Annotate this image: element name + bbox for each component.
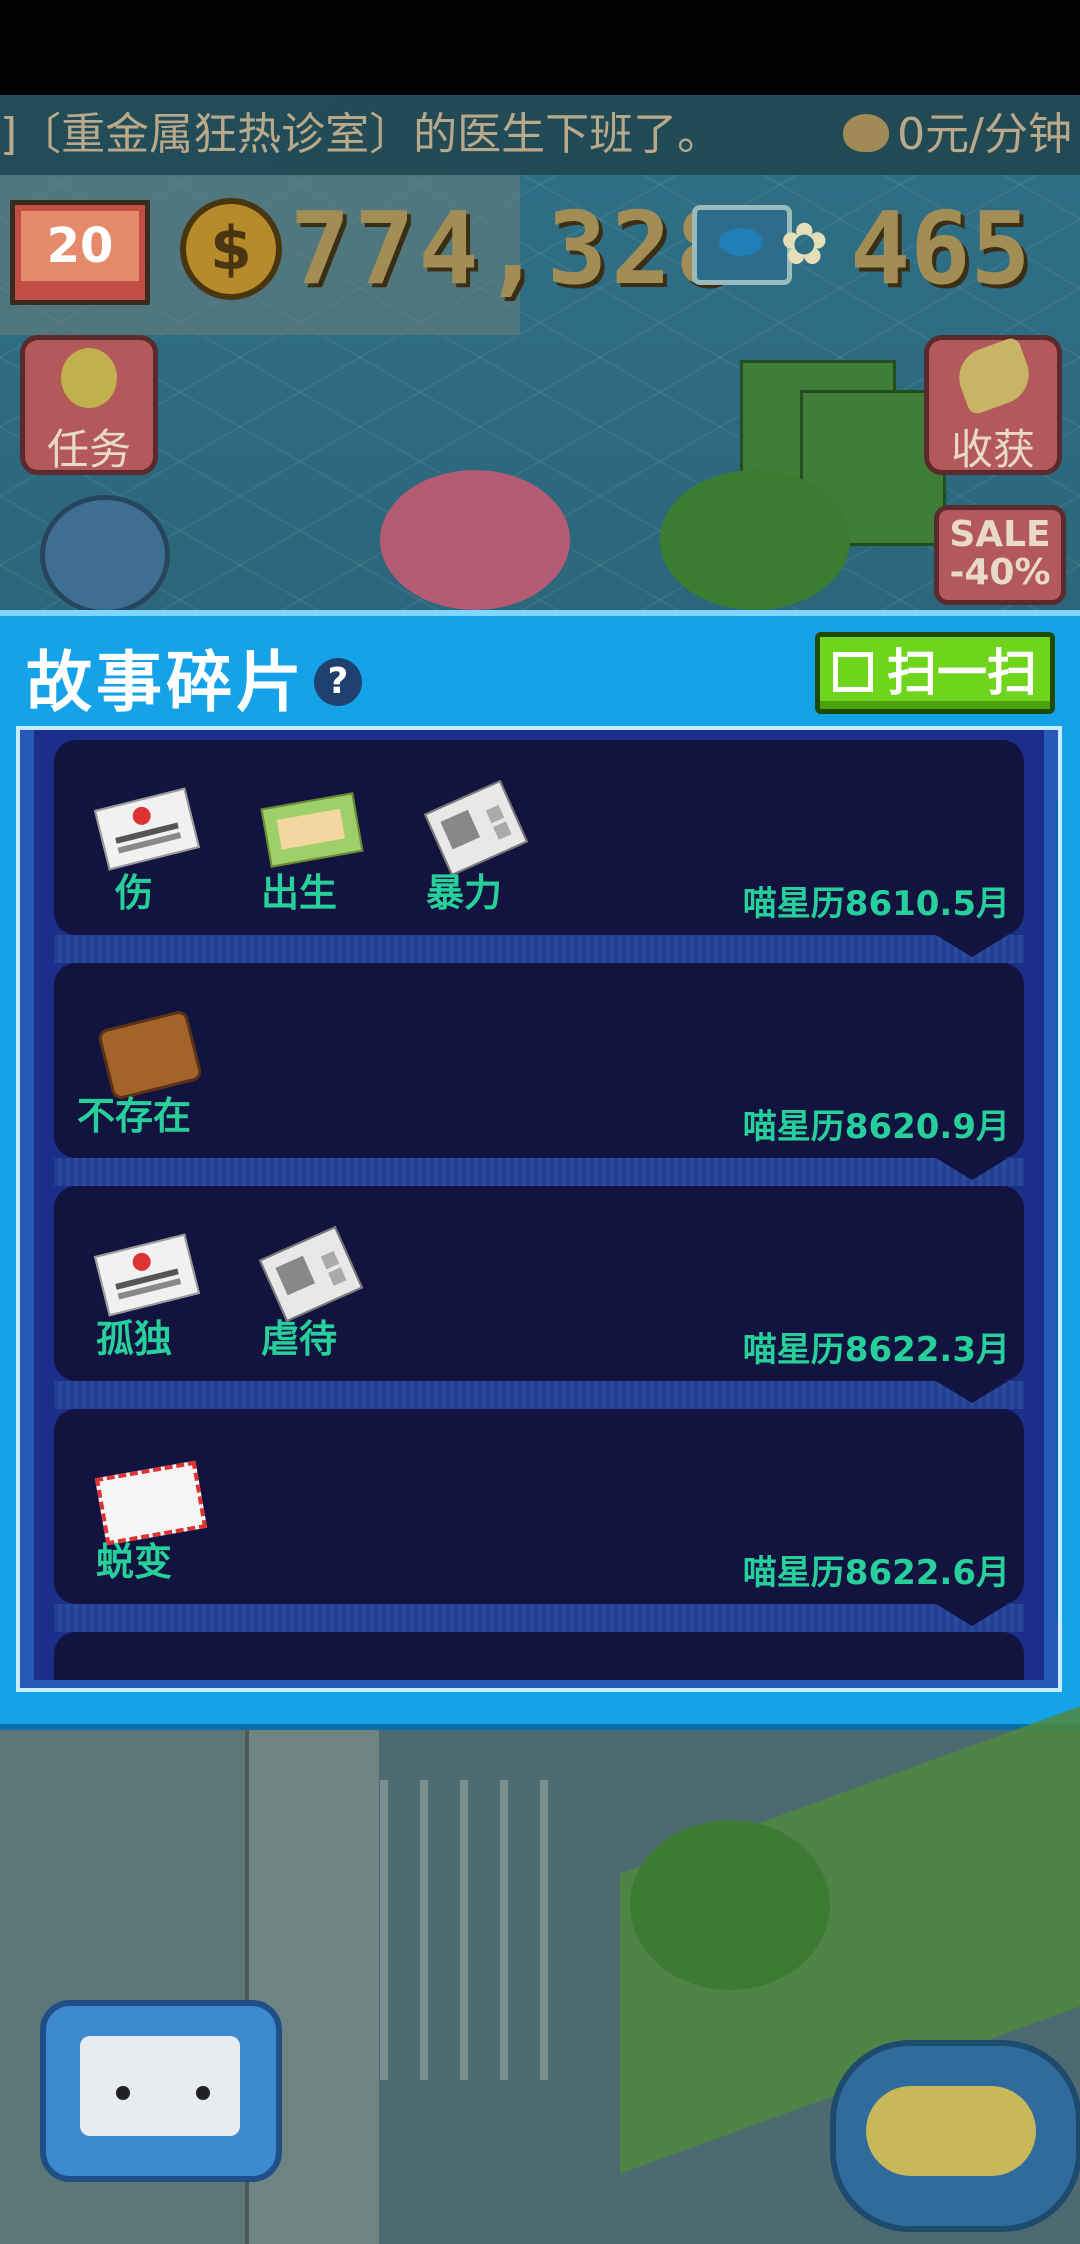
- harvest-button[interactable]: 收获: [924, 335, 1062, 475]
- timeline-arrow-icon: [936, 1158, 1008, 1180]
- timeline-divider: [54, 935, 1024, 963]
- sale-tag: SALE: [949, 514, 1051, 555]
- timeline-arrow-icon: [936, 1604, 1008, 1626]
- fragment-entry: [54, 1632, 1024, 1680]
- fragment-item[interactable]: 出生: [219, 770, 379, 920]
- green-tree: [630, 1820, 830, 1990]
- news-ticker: ]〔重金属狂热诊室〕的医生下班了。 0元/分钟: [0, 95, 1080, 175]
- ticker-message: ]〔重金属狂热诊室〕的医生下班了。: [0, 109, 722, 160]
- sale-button[interactable]: SALE -40%: [934, 505, 1066, 605]
- fence: [380, 1780, 560, 2080]
- tasks-label: 任务: [46, 425, 131, 474]
- sale-percent: -40%: [949, 552, 1051, 593]
- fragment-item[interactable]: 孤独: [54, 1216, 214, 1366]
- fragment-label: 虐待: [260, 1317, 337, 1361]
- status-bar: [0, 0, 1080, 95]
- robot-assistant-button[interactable]: [40, 2000, 282, 2182]
- wallet-icon: [94, 1008, 204, 1102]
- fragment-item[interactable]: 不存在: [54, 993, 214, 1143]
- fragment-date: 喵星历8622.6月: [742, 1553, 1010, 1593]
- fish-tank-icon[interactable]: [692, 205, 792, 285]
- panel-title: 故事碎片: [26, 644, 306, 721]
- cat-energy-button[interactable]: [830, 2040, 1080, 2232]
- medical-record-icon: [93, 1233, 201, 1317]
- scan-icon: [833, 651, 873, 692]
- fragment-entry: 伤 出生 暴力 喵星历8610.5月: [54, 740, 1024, 935]
- gem-counter: 465: [850, 190, 1031, 307]
- fragment-entry: 蜕变 喵星历8622.6月: [54, 1409, 1024, 1604]
- birth-certificate-icon: [259, 790, 364, 868]
- runner-icon: [950, 335, 1038, 417]
- tasks-button[interactable]: 任务: [20, 335, 158, 475]
- scan-button[interactable]: 扫一扫: [815, 632, 1055, 714]
- fragment-entry: 孤独 虐待 喵星历8622.3月: [54, 1186, 1024, 1381]
- income-rate[interactable]: 0元/分钟: [843, 95, 1072, 175]
- fragment-item[interactable]: 伤: [54, 770, 214, 920]
- level-badge[interactable]: 20: [10, 200, 150, 305]
- scan-button-label: 扫一扫: [887, 644, 1037, 702]
- coin-icon: $: [180, 198, 282, 300]
- level-value: 20: [21, 211, 139, 281]
- timeline-divider: [54, 1604, 1024, 1632]
- envelope-icon: [94, 1459, 208, 1546]
- fragment-date: 喵星历8610.5月: [742, 884, 1010, 924]
- green-tree: [660, 470, 850, 610]
- fragment-item[interactable]: 虐待: [219, 1216, 379, 1366]
- timeline-divider: [54, 1381, 1024, 1409]
- fragment-item[interactable]: 蜕变: [54, 1439, 214, 1589]
- robot-eye: [116, 2086, 130, 2100]
- fragment-list[interactable]: 伤 出生 暴力 喵星历8610.5月 不存在 喵星历8620.9月 孤独 虐待 …: [34, 730, 1044, 1680]
- flower-icon: ✿: [780, 210, 829, 278]
- money-counter: 774,328: [290, 190, 740, 307]
- fragment-label: 蜕变: [95, 1540, 172, 1584]
- income-rate-value: 0元/分钟: [897, 109, 1072, 160]
- fragment-date: 喵星历8620.9月: [742, 1107, 1010, 1147]
- timeline-divider: [54, 1158, 1024, 1186]
- scrollbar[interactable]: [1056, 800, 1058, 1620]
- story-fragments-panel: 故事碎片 ? 扫一扫 伤 出生 暴力 喵星历8610.5月 不存在 喵星历862…: [0, 610, 1080, 1730]
- lightbulb-icon: [61, 348, 117, 408]
- help-icon[interactable]: ?: [314, 658, 362, 706]
- fragment-date: 喵星历8622.3月: [742, 1330, 1010, 1370]
- timeline-arrow-icon: [936, 1381, 1008, 1403]
- timeline-arrow-icon: [936, 935, 1008, 957]
- harvest-label: 收获: [950, 425, 1035, 474]
- fragment-item[interactable]: 暴力: [384, 770, 544, 920]
- fragment-label: 不存在: [76, 1094, 191, 1138]
- pink-tree: [380, 470, 570, 610]
- fragment-list-frame[interactable]: 伤 出生 暴力 喵星历8610.5月 不存在 喵星历8620.9月 孤独 虐待 …: [16, 726, 1062, 1692]
- fragment-label: 伤: [114, 871, 153, 915]
- fragment-label: 暴力: [425, 871, 502, 915]
- fragment-label: 出生: [260, 871, 337, 915]
- piggy-bank-icon: [843, 114, 890, 152]
- newspaper-icon: [258, 1225, 364, 1323]
- robot-eye: [196, 2086, 210, 2100]
- ambulance-icon[interactable]: [40, 495, 170, 615]
- newspaper-icon: [423, 779, 529, 877]
- fragment-label: 孤独: [95, 1317, 172, 1361]
- fragment-entry: 不存在 喵星历8620.9月: [54, 963, 1024, 1158]
- medical-record-icon: [93, 787, 201, 871]
